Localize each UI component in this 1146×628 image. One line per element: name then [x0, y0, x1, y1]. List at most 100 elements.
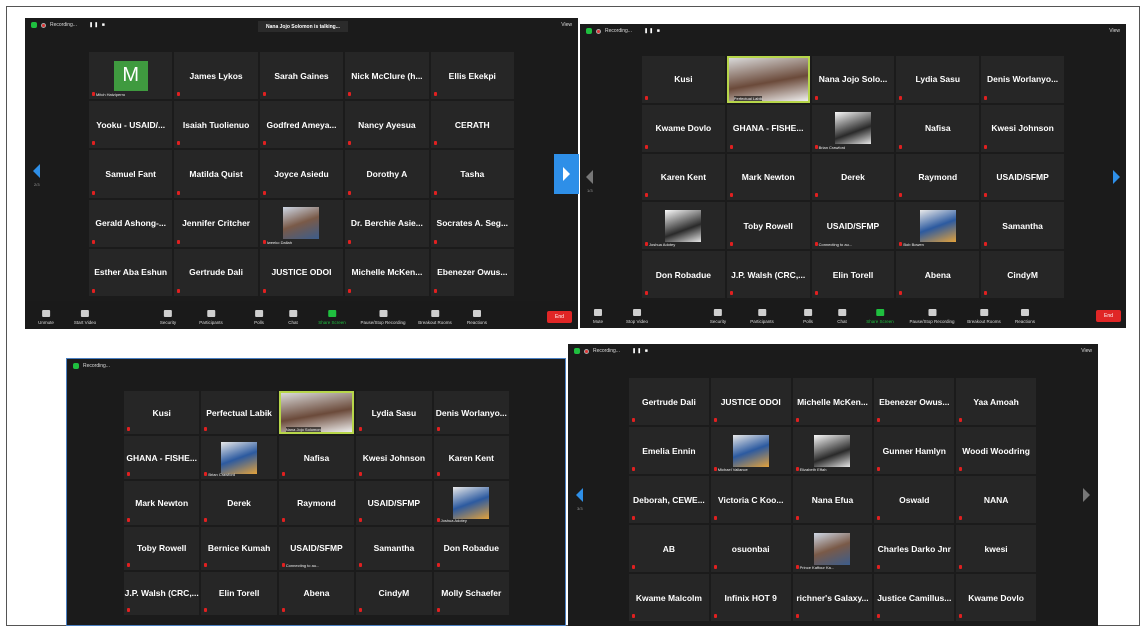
participant-tile[interactable]: Emelia Ennin	[629, 427, 709, 474]
participant-tile[interactable]: Lydia Sasu	[896, 56, 980, 103]
participant-tile[interactable]: USAID/SFMP	[356, 481, 432, 525]
participant-tile[interactable]: Michelle McKen...	[792, 378, 873, 425]
participant-tile[interactable]: Karen Kent	[642, 153, 725, 201]
participant-tile[interactable]: Nancy Ayesua	[345, 101, 429, 149]
prev-page-arrow-icon[interactable]	[586, 170, 593, 184]
participant-tile[interactable]: Ebenezer Owus...	[430, 248, 514, 296]
polls-button[interactable]: Polls	[254, 310, 264, 325]
participant-tile[interactable]: Don Robadue	[642, 251, 725, 298]
participant-tile[interactable]: Kwame Malcolm	[629, 574, 709, 621]
participant-tile[interactable]: Toby Rowell	[124, 526, 200, 570]
participant-tile[interactable]: Denis Worlanyo...	[981, 56, 1064, 103]
next-page-arrow-icon[interactable]	[1083, 488, 1090, 502]
participant-tile[interactable]: Gertrude Dali	[174, 248, 258, 296]
participant-tile[interactable]: Joshua Adotey	[642, 202, 725, 250]
participant-tile[interactable]: USAID/SFMP Connecting to au...	[278, 526, 355, 570]
participant-tile[interactable]: Elin Torell	[201, 571, 277, 615]
participants-button[interactable]: Participants	[199, 310, 223, 325]
participant-tile[interactable]: Don Robadue	[433, 526, 509, 570]
participant-tile[interactable]: CindyM	[981, 251, 1064, 298]
recording-button[interactable]: Pause/Stop Recording	[909, 309, 955, 324]
participant-tile[interactable]: Kwame Dovlo	[956, 574, 1036, 621]
chat-button[interactable]: Chat	[837, 309, 847, 324]
security-button[interactable]: Security	[710, 309, 726, 324]
participant-tile[interactable]: Gerald Ashong-...	[89, 199, 173, 247]
participant-tile[interactable]: Joyce Asiedu	[259, 150, 344, 198]
participant-tile[interactable]: Victoria C Koo...	[710, 476, 791, 523]
participant-tile[interactable]: Iweeko Dallah	[259, 199, 344, 247]
participant-tile[interactable]: Denis Worlanyo...	[433, 391, 509, 435]
view-button[interactable]: View	[1109, 28, 1120, 34]
participant-tile[interactable]: CERATH	[430, 101, 514, 149]
participant-tile[interactable]: Woodi Woodring	[956, 427, 1036, 474]
participant-tile[interactable]: Samantha	[356, 526, 432, 570]
participant-tile[interactable]: kwesi	[956, 525, 1036, 572]
participant-tile[interactable]: Tasha	[430, 150, 514, 198]
next-page-button[interactable]	[554, 154, 579, 194]
participant-tile[interactable]: Prince Kaffour Ka...	[792, 525, 873, 572]
participant-tile[interactable]: Bob Bowen	[896, 202, 980, 250]
participant-tile[interactable]: James Lykos	[174, 52, 258, 100]
participant-tile[interactable]: Ebenezer Owus...	[874, 378, 955, 425]
pause-stop-controls[interactable]: ❚❚ ■	[632, 348, 649, 354]
participant-tile[interactable]: NANA	[956, 476, 1036, 523]
participant-tile[interactable]: Samantha	[981, 202, 1064, 250]
participant-tile[interactable]: Lydia Sasu	[356, 391, 432, 435]
participant-tile[interactable]: Abena	[896, 251, 980, 298]
participant-tile[interactable]: Abena	[278, 571, 355, 615]
participant-tile[interactable]: GHANA - FISHE...	[726, 104, 810, 152]
pause-stop-controls[interactable]: ❚❚ ■	[644, 28, 661, 34]
video-button[interactable]: Start Video	[74, 310, 96, 325]
participants-button[interactable]: Participants	[750, 309, 774, 324]
participant-tile[interactable]: J.P. Walsh (CRC,...	[124, 571, 200, 615]
participant-tile[interactable]: Kusi	[642, 56, 725, 103]
participant-tile[interactable]: Oswald	[874, 476, 955, 523]
participant-tile[interactable]: Nick McClure (h...	[345, 52, 429, 100]
reactions-button[interactable]: Reactions	[1015, 309, 1035, 324]
participant-tile[interactable]: Kwesi Johnson	[356, 436, 432, 480]
participant-tile[interactable]: Sarah Gaines	[259, 52, 344, 100]
view-button[interactable]: View	[1081, 348, 1092, 354]
breakout-rooms-button[interactable]: Breakout Rooms	[967, 309, 1001, 324]
participant-tile[interactable]: Perfectual Labik	[201, 391, 277, 435]
participant-tile[interactable]: Toby Rowell	[726, 202, 810, 250]
participant-tile[interactable]: CindyM	[356, 571, 432, 615]
participant-tile[interactable]: richner's Galaxy...	[792, 574, 873, 621]
participant-tile[interactable]: Nafisa	[896, 104, 980, 152]
participant-tile[interactable]: Raymond	[278, 481, 355, 525]
participant-tile[interactable]: Esther Aba Eshun	[89, 248, 173, 296]
participant-tile[interactable]: Raymond	[896, 153, 980, 201]
prev-page-arrow-icon[interactable]	[33, 164, 40, 178]
participant-tile[interactable]: Jennifer Critcher	[174, 199, 258, 247]
participant-tile[interactable]: Nana Jojo Solomon	[278, 391, 355, 435]
prev-page-arrow-icon[interactable]	[576, 488, 583, 502]
next-page-arrow-icon[interactable]	[1113, 170, 1120, 184]
end-meeting-button[interactable]: End	[1096, 310, 1121, 322]
participant-tile[interactable]: osuonbai	[710, 525, 791, 572]
participant-tile[interactable]: Derek	[811, 153, 895, 201]
participant-tile[interactable]: Justice Camillus...	[874, 574, 955, 621]
breakout-rooms-button[interactable]: Breakout Rooms	[418, 310, 452, 325]
participant-tile[interactable]: Derek	[201, 481, 277, 525]
participant-tile[interactable]: Karen Kent	[433, 436, 509, 480]
participant-tile[interactable]: Ellis Ekekpi	[430, 52, 514, 100]
participant-tile[interactable]: Nana Jojo Solo...	[811, 56, 895, 103]
participant-tile[interactable]: Nana Efua	[792, 476, 873, 523]
participant-tile[interactable]: Michelle McKen...	[345, 248, 429, 296]
participant-tile[interactable]: Kusi	[124, 391, 200, 435]
participant-tile[interactable]: JUSTICE ODOI	[710, 378, 791, 425]
participant-tile[interactable]: Perfectual LabikAsk to Unmute	[726, 56, 883, 103]
security-button[interactable]: Security	[160, 310, 176, 325]
participant-tile[interactable]: Infinix HOT 9	[710, 574, 791, 621]
participant-tile[interactable]: USAID/SFMP Connecting to au...	[811, 202, 895, 250]
mic-button[interactable]: Mute	[593, 309, 603, 324]
participant-tile[interactable]: Nafisa	[278, 436, 355, 480]
participant-tile[interactable]: Socrates A. Seg...	[430, 199, 514, 247]
participant-tile[interactable]: Elin Torell	[811, 251, 895, 298]
polls-button[interactable]: Polls	[803, 309, 813, 324]
mic-button[interactable]: Unmute	[38, 310, 54, 325]
participant-tile[interactable]: Godfred Ameya...	[259, 101, 344, 149]
participant-tile[interactable]: Michael Vallance	[710, 427, 791, 474]
participant-tile[interactable]: Bernice Kumah	[201, 526, 277, 570]
participant-tile[interactable]: Deborah, CEWE...	[629, 476, 709, 523]
